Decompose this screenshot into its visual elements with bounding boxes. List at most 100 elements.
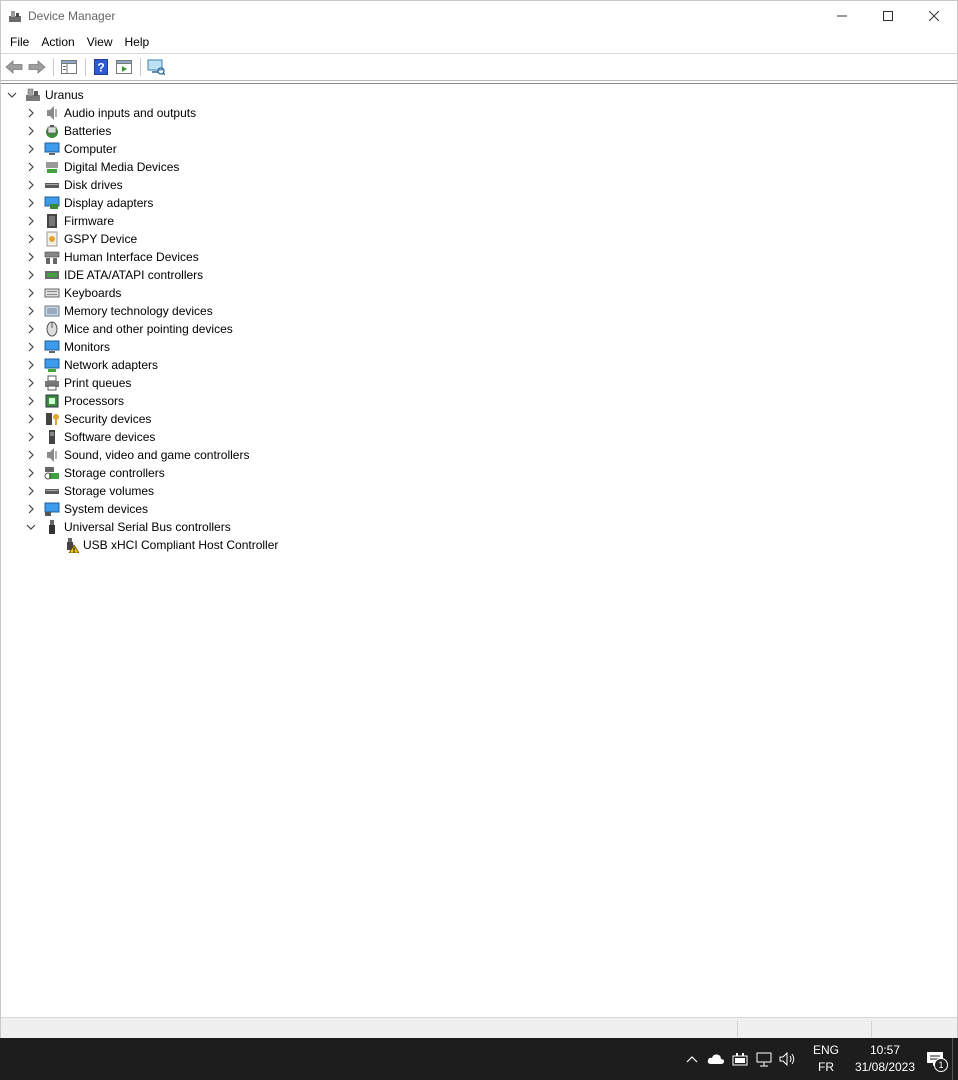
firmware-icon [44,213,60,229]
expand-chevron-icon[interactable] [25,431,37,443]
title-bar[interactable]: Device Manager [1,1,957,31]
expand-chevron-icon[interactable] [25,269,37,281]
tree-category-row[interactable]: Monitors [25,338,110,356]
tree-category-row[interactable]: Storage controllers [25,464,165,482]
notification-center-button[interactable]: 1 [918,1038,952,1080]
tree-device-row[interactable]: USB xHCI Compliant Host Controller [63,536,278,554]
mouse-icon [44,321,60,337]
expand-chevron-icon[interactable] [25,449,37,461]
tree-category-row[interactable]: Universal Serial Bus controllers [25,518,231,536]
tree-category-row[interactable]: Audio inputs and outputs [25,104,196,122]
tree-category-row[interactable]: GSPY Device [25,230,137,248]
cloud-icon [707,1054,725,1064]
expand-chevron-icon[interactable] [25,359,37,371]
menu-help[interactable]: Help [119,31,156,53]
device-tree: Uranus Audio inputs and outputs Batteries… [1,83,957,1016]
menu-view[interactable]: View [81,31,119,53]
clock-date: 31/08/2023 [854,1060,916,1074]
expand-chevron-icon[interactable] [25,467,37,479]
tree-category-row[interactable]: Processors [25,392,124,410]
expand-chevron-icon[interactable] [25,251,37,263]
close-button[interactable] [911,1,957,31]
tree-category-label: Digital Media Devices [64,160,180,174]
tree-category-row[interactable]: Human Interface Devices [25,248,199,266]
show-hide-console-tree-button[interactable] [58,57,80,77]
menu-file[interactable]: File [4,31,35,53]
maximize-button[interactable] [865,1,911,31]
volume-tray-button[interactable] [776,1038,800,1080]
tree-category-label: Mice and other pointing devices [64,322,233,336]
expand-chevron-icon[interactable] [25,143,37,155]
scan-hardware-icon [147,59,165,75]
tree-category-label: Batteries [64,124,112,138]
tree-category-row[interactable]: Firmware [25,212,114,230]
expand-chevron-icon[interactable] [25,323,37,335]
input-language-button[interactable]: ENG FR [804,1042,848,1076]
tree-category-label: Audio inputs and outputs [64,106,197,120]
back-button[interactable] [3,57,25,77]
tree-category-row[interactable]: Display adapters [25,194,153,212]
tree-category-label: Sound, video and game controllers [64,448,250,462]
battery-plug-icon [732,1053,748,1066]
clock-button[interactable]: 10:57 31/08/2023 [852,1042,918,1076]
expand-chevron-icon[interactable] [25,107,37,119]
expand-chevron-icon[interactable] [25,161,37,173]
tree-category-row[interactable]: Mice and other pointing devices [25,320,233,338]
tree-category-row[interactable]: Keyboards [25,284,121,302]
expand-chevron-icon[interactable] [25,287,37,299]
tree-category-label: Firmware [64,214,114,228]
tree-category-row[interactable]: Print queues [25,374,131,392]
tree-category-row[interactable]: Sound, video and game controllers [25,446,249,464]
expand-chevron-icon[interactable] [25,305,37,317]
monitor-icon [44,339,60,355]
expand-chevron-icon[interactable] [25,215,37,227]
minimize-button[interactable] [819,1,865,31]
show-hide-console-tree-icon [61,60,77,74]
forward-button[interactable] [26,57,48,77]
show-hidden-icons-button[interactable] [680,1038,704,1080]
tree-category-row[interactable]: IDE ATA/ATAPI controllers [25,266,203,284]
sound-controller-icon [44,447,60,463]
ide-controller-icon [44,267,60,283]
tree-category-row[interactable]: Security devices [25,410,151,428]
tree-category-row[interactable]: System devices [25,500,148,518]
tree-category-row[interactable]: Network adapters [25,356,158,374]
expand-chevron-icon[interactable] [25,377,37,389]
expand-chevron-icon[interactable] [25,503,37,515]
menu-action[interactable]: Action [35,31,80,53]
tree-category-label: Memory technology devices [64,304,213,318]
tree-category-row[interactable]: Digital Media Devices [25,158,179,176]
tree-root-node[interactable]: Uranus [6,86,84,104]
properties-button[interactable] [113,57,135,77]
tree-category-label: Software devices [64,430,156,444]
tree-category-label: IDE ATA/ATAPI controllers [64,268,204,282]
expand-chevron-icon[interactable] [25,395,37,407]
show-desktop-button[interactable] [952,1038,958,1080]
svg-text:?: ? [97,61,104,75]
expand-chevron-icon[interactable] [25,179,37,191]
onedrive-button[interactable] [704,1038,728,1080]
expand-chevron-icon[interactable] [25,485,37,497]
system-tray: ENG FR 10:57 31/08/2023 1 [680,1038,958,1080]
scan-hardware-button[interactable] [145,57,167,77]
expand-chevron-icon[interactable] [25,125,37,137]
tree-category-row[interactable]: Computer [25,140,117,158]
device-manager-window: Device Manager File Action View Help ? U… [0,0,958,1040]
battery-icon [44,123,60,139]
expand-chevron-icon[interactable] [25,413,37,425]
tree-category-row[interactable]: Batteries [25,122,111,140]
toolbar-separator [140,58,141,76]
tree-category-row[interactable]: Software devices [25,428,155,446]
tree-category-label: Network adapters [64,358,159,372]
expand-chevron-icon[interactable] [25,341,37,353]
tree-category-row[interactable]: Storage volumes [25,482,154,500]
battery-tray-button[interactable] [728,1038,752,1080]
collapse-chevron-icon[interactable] [25,521,37,533]
collapse-chevron-icon[interactable] [6,89,18,101]
tree-category-row[interactable]: Memory technology devices [25,302,213,320]
network-tray-button[interactable] [752,1038,776,1080]
expand-chevron-icon[interactable] [25,197,37,209]
tree-category-row[interactable]: Disk drives [25,176,123,194]
help-button[interactable]: ? [90,57,112,77]
expand-chevron-icon[interactable] [25,233,37,245]
